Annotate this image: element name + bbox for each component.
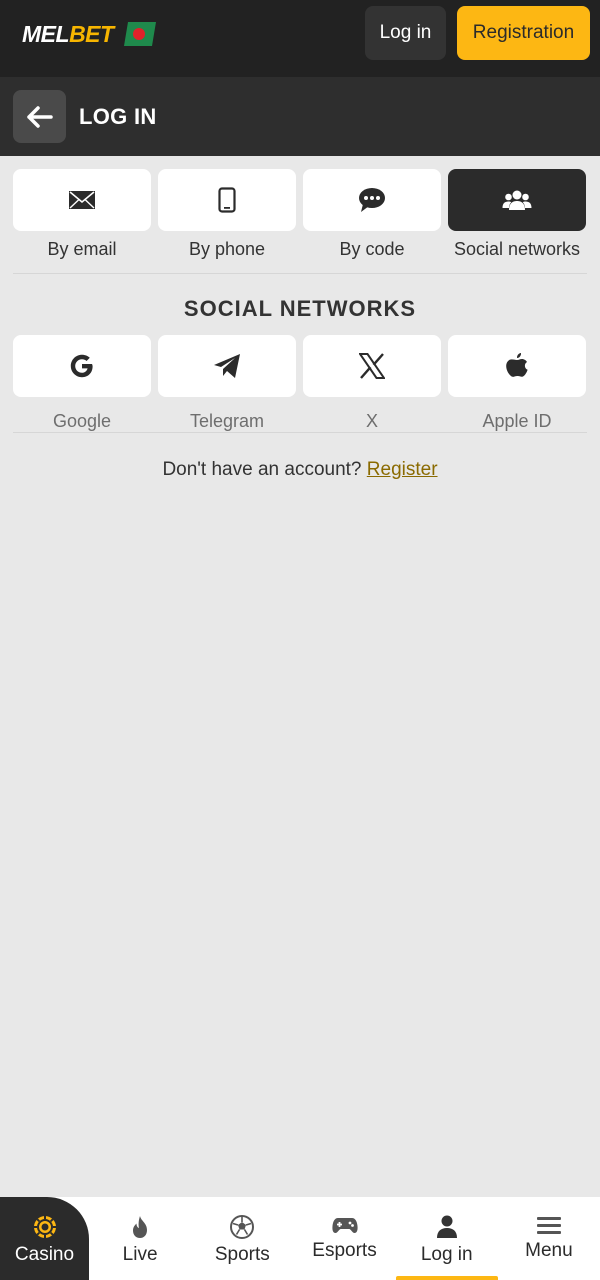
- tab-label: Social networks: [453, 239, 581, 259]
- telegram-icon: [214, 354, 240, 378]
- social-x[interactable]: X: [303, 335, 441, 432]
- page-title: LOG IN: [79, 104, 157, 129]
- login-method-tabs: By email By phone By code Social network…: [13, 169, 587, 260]
- hamburger-icon: [536, 1217, 561, 1234]
- tab-by-code[interactable]: By code: [303, 169, 441, 260]
- tab-by-email[interactable]: By email: [13, 169, 151, 260]
- nav-login[interactable]: Log in: [395, 1197, 499, 1280]
- phone-icon: [218, 187, 236, 213]
- tab-social-networks[interactable]: Social networks: [448, 169, 586, 260]
- google-icon: [70, 354, 93, 378]
- x-button[interactable]: [303, 335, 441, 397]
- nav-label: Sports: [214, 1244, 270, 1265]
- bottom-navigation: Casino Live Sports Esports Log in Menu: [0, 1197, 600, 1280]
- social-networks-title: SOCIAL NETWORKS: [183, 296, 417, 321]
- nav-label: Casino: [14, 1244, 75, 1265]
- social-telegram[interactable]: Telegram: [158, 335, 296, 432]
- user-icon: [436, 1215, 457, 1238]
- social-label: X: [365, 411, 378, 431]
- tab-by-phone[interactable]: By phone: [158, 169, 296, 260]
- bangladesh-flag-icon: [123, 22, 156, 46]
- no-account-text: Don't have an account?: [162, 459, 362, 480]
- telegram-button[interactable]: [158, 335, 296, 397]
- social-label: Google: [52, 411, 112, 431]
- nav-label: Menu: [525, 1240, 573, 1261]
- soccer-ball-icon: [230, 1215, 255, 1239]
- chat-bubble-icon: [359, 188, 385, 212]
- nav-live[interactable]: Live: [89, 1197, 191, 1280]
- social-label: Apple ID: [482, 411, 552, 431]
- social-apple-id[interactable]: Apple ID: [448, 335, 586, 432]
- tab-label: By email: [47, 239, 117, 259]
- tab-box-active[interactable]: [448, 169, 586, 231]
- nav-menu[interactable]: Menu: [498, 1197, 600, 1280]
- tab-label: By code: [339, 239, 405, 259]
- apple-icon: [506, 353, 528, 377]
- back-button[interactable]: [13, 90, 66, 143]
- nav-label: Log in: [420, 1244, 473, 1265]
- tab-label: By phone: [188, 239, 266, 259]
- tab-box[interactable]: [158, 169, 296, 231]
- google-button[interactable]: [13, 335, 151, 397]
- nav-label: Esports: [312, 1240, 377, 1261]
- register-prompt: Don't have an account? Register: [0, 459, 600, 481]
- divider: [13, 273, 587, 274]
- login-subheader: LOG IN: [0, 77, 600, 156]
- social-google[interactable]: Google: [13, 335, 151, 432]
- social-label: Telegram: [189, 411, 265, 431]
- arrow-left-icon: [26, 105, 53, 128]
- divider: [13, 432, 587, 433]
- nav-label: Live: [122, 1244, 158, 1265]
- nav-casino[interactable]: Casino: [0, 1197, 89, 1280]
- gamepad-icon: [331, 1218, 358, 1233]
- register-link[interactable]: Register: [367, 459, 438, 480]
- flame-icon: [133, 1216, 148, 1238]
- casino-chip-icon: [33, 1216, 56, 1238]
- tab-box[interactable]: [303, 169, 441, 231]
- melbet-logo[interactable]: MELBET: [22, 20, 156, 48]
- nav-sports[interactable]: Sports: [191, 1197, 293, 1280]
- header-login-button[interactable]: Log in: [365, 6, 446, 60]
- apple-id-button[interactable]: [448, 335, 586, 397]
- social-login-options: Google Telegram X Apple ID: [13, 335, 587, 432]
- x-icon: [359, 353, 385, 379]
- logo-text: MELBET: [22, 20, 114, 47]
- nav-esports[interactable]: Esports: [293, 1197, 395, 1280]
- registration-button[interactable]: Registration: [457, 6, 590, 60]
- tab-box[interactable]: [13, 169, 151, 231]
- envelope-icon: [69, 191, 95, 209]
- users-icon: [502, 190, 532, 210]
- top-bar: MELBET Log in Registration: [0, 0, 600, 77]
